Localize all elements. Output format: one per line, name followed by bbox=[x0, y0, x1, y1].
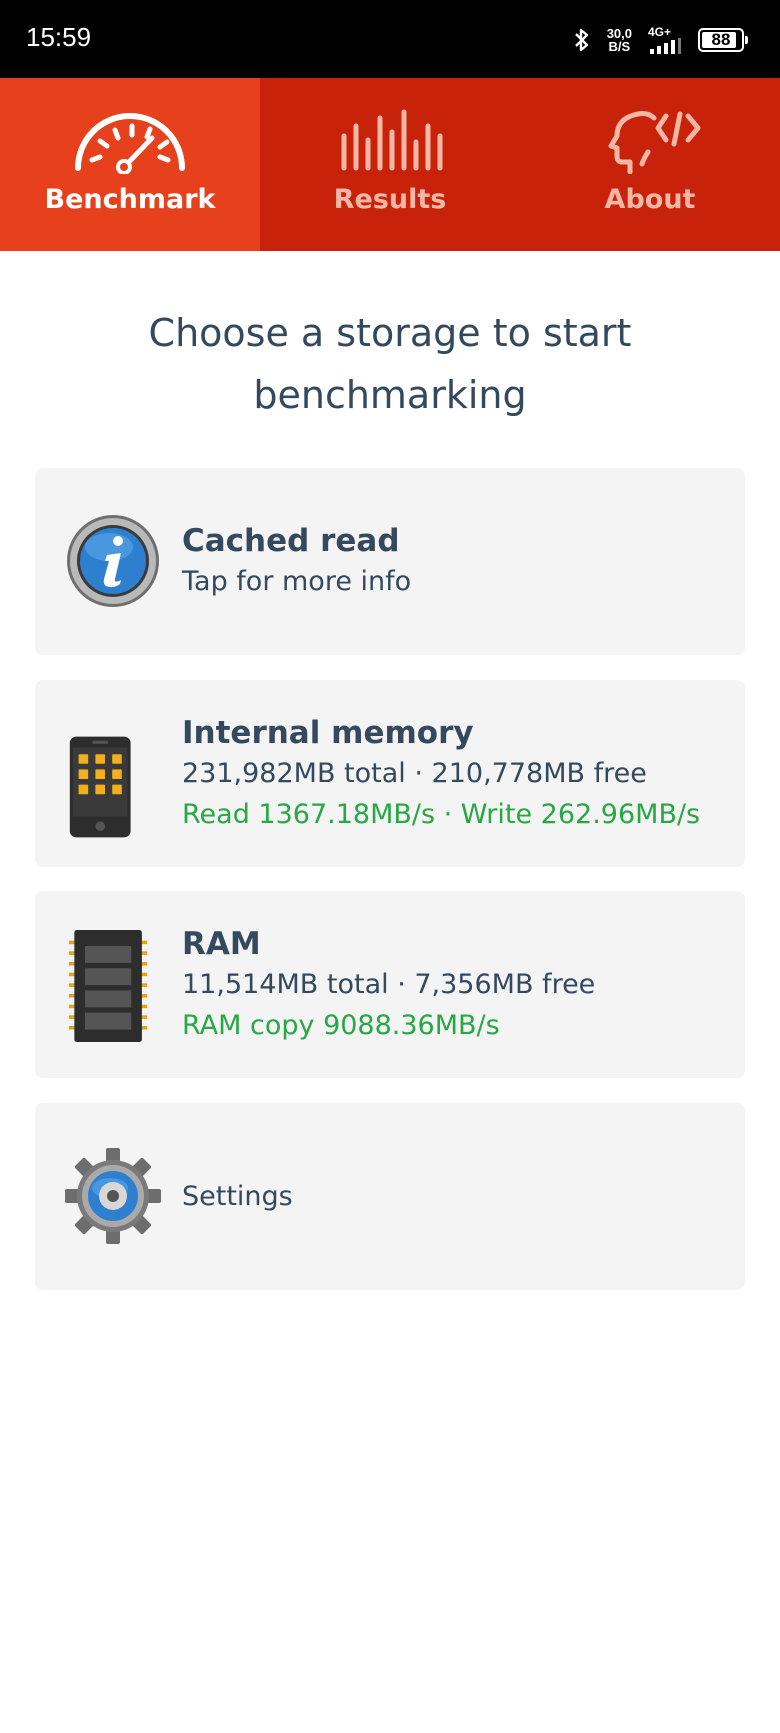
tab-label: About bbox=[604, 184, 696, 215]
tab-label: Results bbox=[333, 184, 447, 215]
tab-benchmark[interactable]: Benchmark bbox=[0, 78, 260, 251]
card-speed: Read 1367.18MB/s · Write 262.96MB/s bbox=[182, 798, 701, 830]
net-speed: 30,0 B/S bbox=[607, 27, 632, 53]
card-title: RAM bbox=[182, 925, 261, 962]
card-ram[interactable]: RAM 11,514MB total · 7,356MB free RAM co… bbox=[35, 891, 745, 1078]
signal-icon bbox=[650, 38, 681, 54]
network-type: 4G+ bbox=[648, 25, 672, 39]
card-title: Internal memory bbox=[182, 714, 474, 751]
card-internal-memory[interactable]: Internal memory 231,982MB total · 210,77… bbox=[35, 680, 745, 867]
bars-icon bbox=[341, 109, 443, 171]
status-bar: 15:59 30,0 B/S 4G+ 88 bbox=[0, 0, 780, 78]
tab-label: Benchmark bbox=[44, 184, 216, 215]
battery-icon: 88 bbox=[698, 28, 748, 52]
tab-about[interactable]: About bbox=[520, 78, 780, 251]
speedometer-icon bbox=[75, 113, 185, 174]
net-speed-unit: B/S bbox=[608, 39, 631, 54]
card-title: Settings bbox=[182, 1181, 293, 1212]
ram-chip-icon bbox=[69, 930, 148, 1042]
status-icons: 30,0 B/S 4G+ 88 bbox=[573, 22, 748, 58]
card-settings[interactable]: Settings bbox=[35, 1103, 745, 1290]
network-indicator: 4G+ bbox=[648, 26, 682, 54]
card-detail: 231,982MB total · 210,778MB free bbox=[182, 757, 647, 789]
info-icon bbox=[67, 515, 159, 607]
card-detail: 11,514MB total · 7,356MB free bbox=[182, 968, 596, 1000]
card-cached-read[interactable]: Cached read Tap for more info bbox=[35, 468, 745, 655]
tab-bar: Benchmark Results About bbox=[0, 78, 780, 251]
battery-level: 88 bbox=[711, 30, 731, 49]
phone-icon bbox=[69, 736, 131, 838]
bluetooth-icon bbox=[574, 28, 588, 52]
head-code-icon bbox=[608, 111, 701, 174]
status-time: 15:59 bbox=[26, 22, 92, 52]
card-title: Cached read bbox=[182, 523, 400, 559]
page-title: Choose a storage to start benchmarking bbox=[148, 311, 632, 417]
card-speed: RAM copy 9088.36MB/s bbox=[182, 1009, 500, 1041]
card-subtitle: Tap for more info bbox=[182, 566, 412, 597]
gear-icon bbox=[65, 1148, 161, 1244]
tab-results[interactable]: Results bbox=[260, 78, 520, 251]
